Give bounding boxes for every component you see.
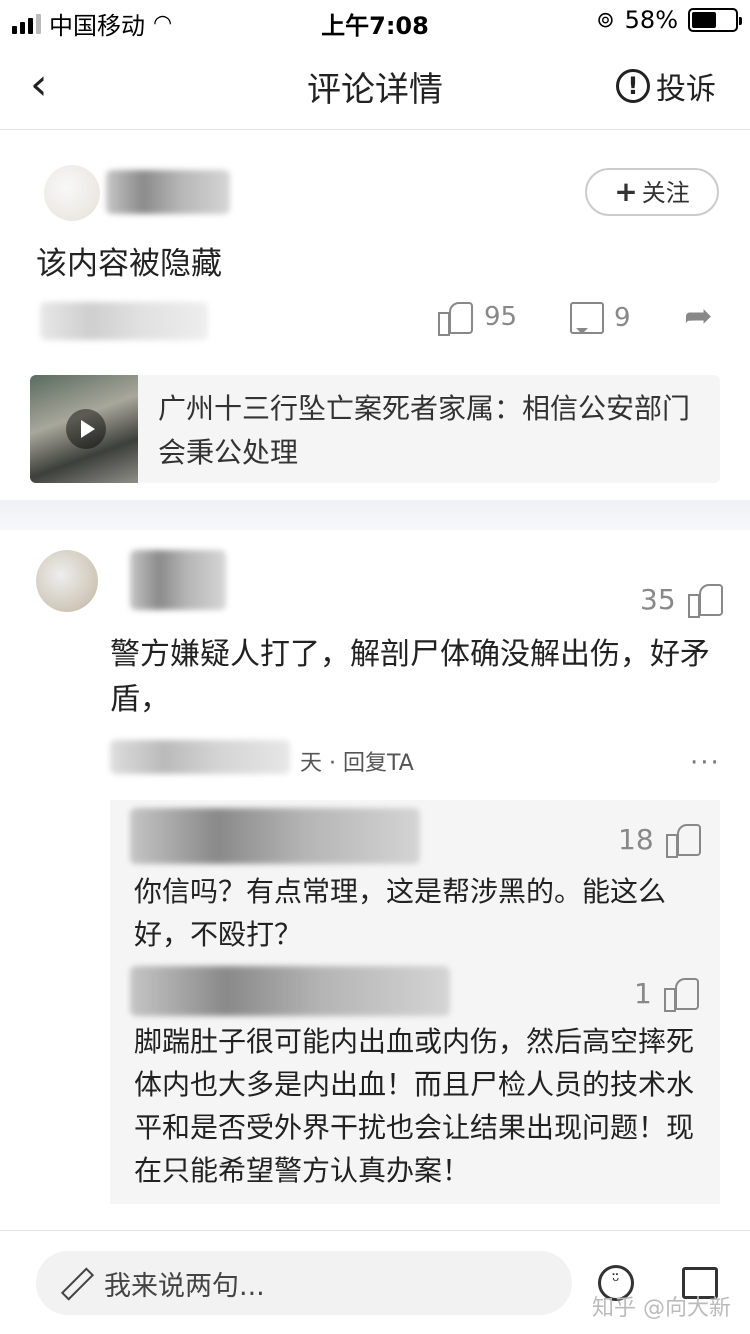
post-comment-button[interactable]: 9 [570,302,631,334]
post-avatar[interactable] [44,165,100,221]
hidden-content-text: 该内容被隐藏 [36,246,222,282]
comment-input[interactable]: 我来说两句... [36,1251,572,1315]
pencil-icon [60,1268,90,1298]
play-icon [66,409,106,449]
article-card[interactable]: 广州十三行坠亡案死者家属：相信公安部门会秉公处理 [30,375,720,483]
comment-like-count: 35 [640,582,676,616]
comment-like-button[interactable]: 35 [640,582,724,618]
comment-icon [570,302,604,334]
comment-meta-blur [110,740,290,774]
reply-like-button[interactable]: 18 [618,822,702,858]
replies-box: 18 你信吗？有点常理，这是帮涉黑的。能这么好，不殴打？ 1 脚踹肚子很可能内出… [110,800,720,1204]
post-meta [40,302,208,340]
battery-icon [688,8,742,32]
post-author-name[interactable] [106,170,230,214]
thumbs-up-icon [665,822,702,858]
section-divider [0,500,750,530]
report-label: 投诉 [656,72,716,107]
share-icon: ➦ [684,296,713,336]
reply-author-name[interactable] [130,966,450,1016]
input-placeholder: 我来说两句... [104,1270,265,1302]
post-like-count: 95 [484,302,518,332]
reply-like-count: 1 [634,976,652,1010]
article-title: 广州十三行坠亡案死者家属：相信公安部门会秉公处理 [158,392,691,469]
report-button[interactable]: ! 投诉 [616,64,716,108]
alert-circle-icon: ! [616,69,650,103]
reply-like-button[interactable]: 1 [634,976,700,1012]
thumbs-up-icon [438,300,474,336]
comment-text: 警方嫌疑人打了，解剖尸体确没解出伤，好矛盾， [110,637,710,717]
battery-group: ⊚ 58% [596,6,742,34]
battery-percent: 58% [624,6,678,34]
more-icon[interactable]: ··· [690,748,721,778]
watermark: 知乎 @向大新 [592,1296,731,1321]
reply-link[interactable]: 天 · 回复TA [300,745,414,777]
follow-label: 关注 [641,179,690,207]
thumbs-up-icon [663,976,700,1012]
share-button[interactable]: ➦ [684,296,713,336]
post-like-button[interactable]: 95 [438,300,518,336]
nav-bar: ‹ 评论详情 ! 投诉 [0,40,750,130]
reply-author-name[interactable] [130,808,420,864]
rotation-lock-icon: ⊚ [596,7,615,33]
plus-icon: + [614,175,638,208]
reply-text: 脚踹肚子很可能内出血或内伤，然后高空摔死体内也大多是内出血！而且尸检人员的技术水… [134,1025,695,1187]
thumbs-up-icon [687,582,724,618]
post-comment-count: 9 [614,303,631,333]
article-thumbnail [30,375,138,483]
comment-author-name[interactable] [130,550,226,610]
follow-button[interactable]: + 关注 [585,168,719,216]
reply-like-count: 18 [618,822,654,856]
status-bar: 中国移动 ◠ 上午7:08 ⊚ 58% [0,0,750,40]
comment-avatar[interactable] [36,550,98,612]
reply-text: 你信吗？有点常理，这是帮涉黑的。能这么好，不殴打？ [134,875,667,951]
